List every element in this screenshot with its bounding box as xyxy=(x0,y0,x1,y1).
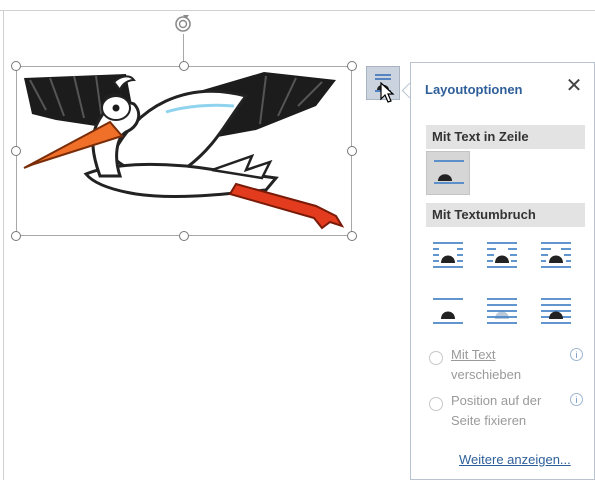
layout-options-panel: Layoutoptionen ✕ Mit Text in Zeile Mit T… xyxy=(410,62,595,480)
wrap-inline-option[interactable] xyxy=(426,151,470,195)
wrap-inline-icon xyxy=(434,160,464,184)
fix-position-label: Position auf der Seite fixieren xyxy=(451,391,541,431)
resize-handle-top-left[interactable] xyxy=(11,61,21,71)
move-with-text-label: Mit Text verschieben xyxy=(451,345,521,385)
wrap-tight-icon xyxy=(487,242,517,268)
resize-handle-bottom-right[interactable] xyxy=(347,231,357,241)
section-inline-heading: Mit Text in Zeile xyxy=(426,125,585,149)
wrap-square-icon xyxy=(433,242,463,268)
resize-handle-top[interactable] xyxy=(179,61,189,71)
wrap-tight-option[interactable] xyxy=(480,233,524,277)
wrap-in-front-option[interactable] xyxy=(534,289,578,333)
move-with-text-radio[interactable] xyxy=(429,351,443,365)
resize-handle-top-right[interactable] xyxy=(347,61,357,71)
move-with-text-line1: Mit Text xyxy=(451,347,496,362)
resize-handle-bottom[interactable] xyxy=(179,231,189,241)
wrap-in-front-of-text-icon xyxy=(541,298,571,324)
wrap-through-icon xyxy=(541,242,571,268)
resize-handle-left[interactable] xyxy=(11,146,21,156)
wrap-top-bottom-icon xyxy=(433,298,463,324)
wrap-behind-text-option[interactable] xyxy=(480,289,524,333)
more-options-link[interactable]: Weitere anzeigen... xyxy=(459,452,571,467)
wrap-square-option[interactable] xyxy=(426,233,470,277)
mouse-pointer-icon xyxy=(380,82,395,103)
info-icon[interactable]: i xyxy=(570,348,583,361)
document-top-border xyxy=(0,10,595,11)
move-with-text-line2: verschieben xyxy=(451,367,522,382)
selection-frame xyxy=(16,66,352,236)
section-wrap-heading: Mit Textumbruch xyxy=(426,203,585,227)
resize-handle-bottom-left[interactable] xyxy=(11,231,21,241)
fix-position-radio[interactable] xyxy=(429,397,443,411)
close-icon[interactable]: ✕ xyxy=(563,75,585,97)
wrap-top-bottom-option[interactable] xyxy=(426,289,470,333)
fix-position-line1: Position auf der xyxy=(451,393,542,408)
wrap-through-option[interactable] xyxy=(534,233,578,277)
panel-title: Layoutoptionen xyxy=(425,82,523,97)
wrap-behind-text-icon xyxy=(487,298,517,324)
rotate-handle-icon[interactable] xyxy=(172,12,194,36)
document-left-border xyxy=(3,10,4,480)
resize-handle-right[interactable] xyxy=(347,146,357,156)
fix-position-line2: Seite fixieren xyxy=(451,413,527,428)
info-icon[interactable]: i xyxy=(570,393,583,406)
